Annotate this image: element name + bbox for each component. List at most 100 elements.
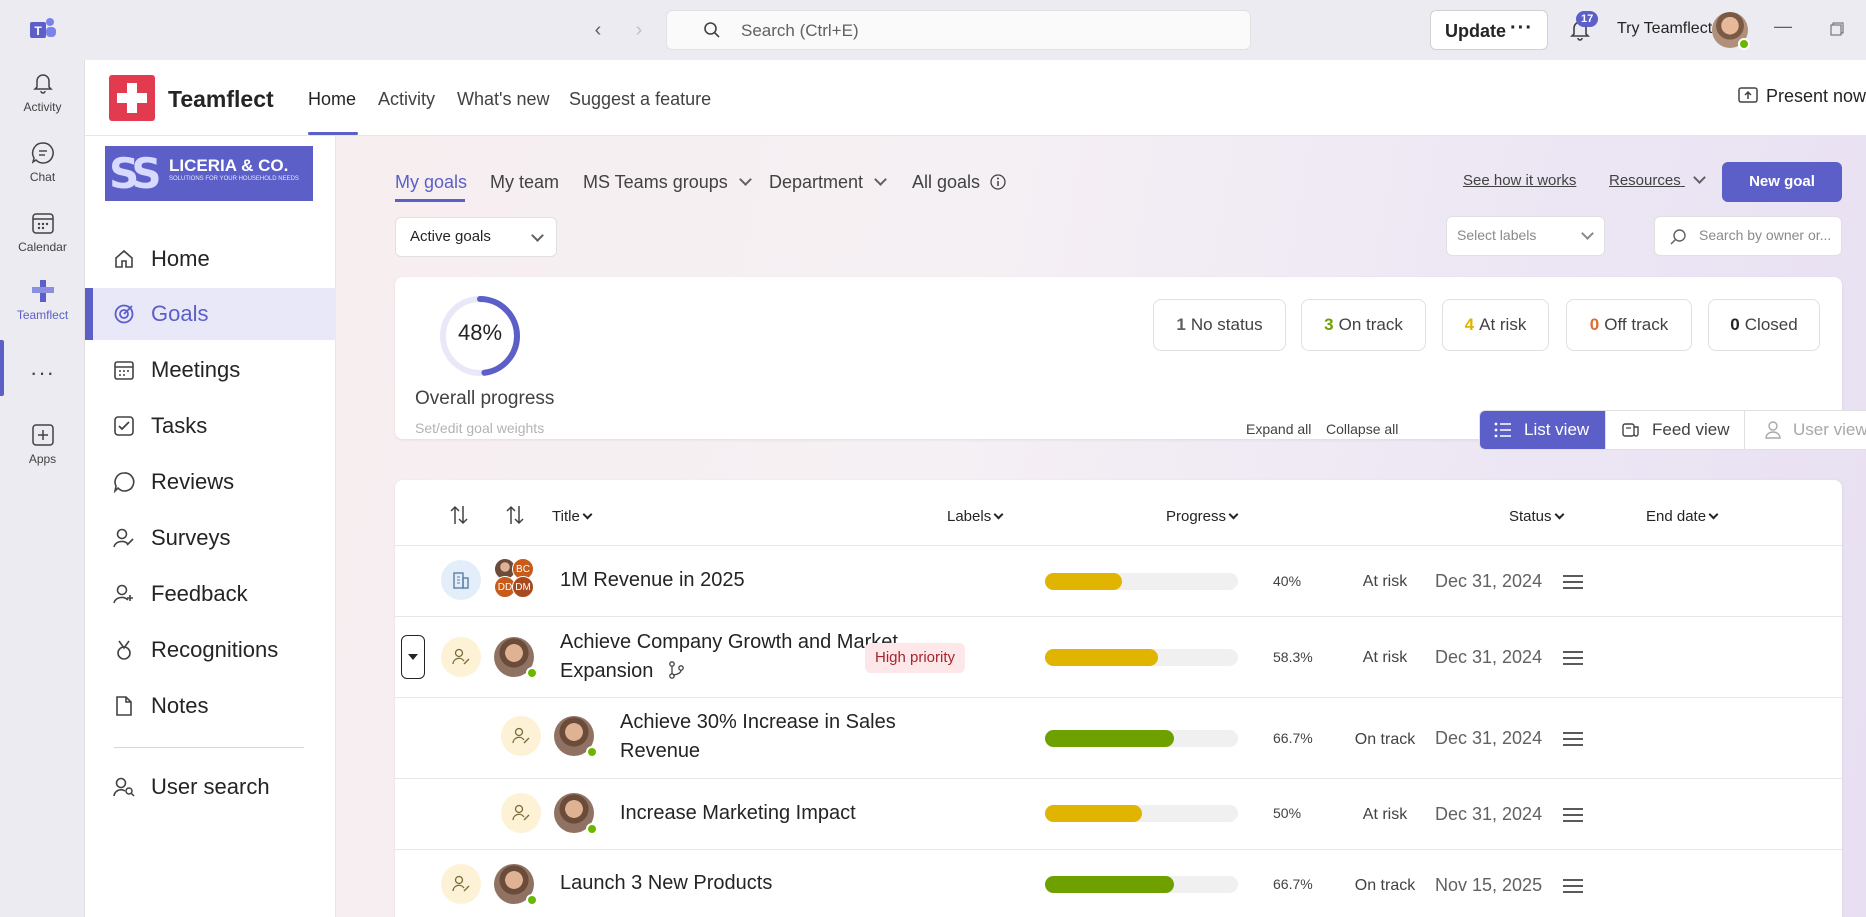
row-menu-icon[interactable] bbox=[1562, 650, 1584, 666]
tab-department[interactable]: Department bbox=[769, 172, 885, 193]
goal-title[interactable]: Launch 3 New Products bbox=[560, 869, 772, 898]
more-options-icon[interactable]: ··· bbox=[1510, 17, 1533, 40]
sidebar-item-feedback[interactable]: Feedback bbox=[85, 568, 336, 620]
list-view-button[interactable]: List view bbox=[1480, 411, 1606, 449]
row-menu-icon[interactable] bbox=[1562, 574, 1584, 590]
column-header-label: Title bbox=[552, 508, 580, 525]
label-badge[interactable]: High priority bbox=[865, 643, 965, 673]
table-row[interactable]: Achieve Company Growth and Market Expans… bbox=[395, 616, 1842, 697]
app-rail: Activity Chat Calendar Teamflect ··· App… bbox=[0, 60, 85, 917]
sidebar-item-notes[interactable]: Notes bbox=[85, 680, 336, 732]
rail-item-apps[interactable]: Apps bbox=[0, 422, 85, 466]
feed-view-button[interactable]: Feed view bbox=[1606, 411, 1745, 449]
tab-label: MS Teams groups bbox=[583, 172, 728, 192]
status-filter-closed[interactable]: 0Closed bbox=[1708, 299, 1820, 351]
sort-arrows-icon[interactable] bbox=[506, 504, 524, 526]
column-header-end-date[interactable]: End date bbox=[1646, 508, 1717, 525]
row-menu-icon[interactable] bbox=[1562, 807, 1584, 823]
teams-logo-icon[interactable]: T bbox=[28, 16, 58, 42]
column-header-status[interactable]: Status bbox=[1509, 508, 1563, 525]
forward-arrow-icon[interactable]: › bbox=[627, 18, 651, 42]
tab-activity[interactable]: Activity bbox=[378, 89, 435, 110]
meetings-calendar-icon bbox=[113, 359, 135, 381]
tab-my-team[interactable]: My team bbox=[490, 172, 559, 193]
tab-label: All goals bbox=[912, 172, 980, 192]
rail-item-chat[interactable]: Chat bbox=[0, 140, 85, 184]
goal-title[interactable]: Achieve 30% Increase in Sales Revenue bbox=[620, 708, 896, 766]
chevron-down-icon bbox=[1693, 171, 1706, 184]
table-row[interactable]: Launch 3 New Products 66.7% On track Nov… bbox=[395, 849, 1842, 917]
chevron-down-icon bbox=[994, 510, 1004, 520]
sidebar-item-goals[interactable]: Goals bbox=[85, 288, 336, 340]
status-count: 0 bbox=[1590, 315, 1599, 334]
status-filter-on-track[interactable]: 3On track bbox=[1301, 299, 1426, 351]
surveys-person-icon bbox=[113, 527, 135, 549]
goal-title[interactable]: Increase Marketing Impact bbox=[620, 799, 856, 828]
row-menu-icon[interactable] bbox=[1562, 878, 1584, 894]
resources-dropdown[interactable]: Resources bbox=[1609, 172, 1704, 189]
table-row[interactable]: Increase Marketing Impact 50% At risk De… bbox=[395, 778, 1842, 849]
back-arrow-icon[interactable]: ‹ bbox=[586, 18, 610, 42]
table-row[interactable]: Achieve 30% Increase in Sales Revenue 66… bbox=[395, 697, 1842, 778]
table-row[interactable]: BC DD DM 1M Revenue in 2025 40% At risk … bbox=[395, 545, 1842, 616]
status-filter-off-track[interactable]: 0Off track bbox=[1566, 299, 1692, 351]
column-header-labels[interactable]: Labels bbox=[947, 508, 1002, 525]
collapse-all-link[interactable]: Collapse all bbox=[1326, 421, 1398, 437]
row-menu-icon[interactable] bbox=[1562, 731, 1584, 747]
user-search-icon bbox=[113, 776, 135, 798]
try-teamflect-label[interactable]: Try Teamflect bbox=[1617, 20, 1712, 38]
search-input[interactable]: Search (Ctrl+E) bbox=[666, 10, 1251, 50]
column-header-progress[interactable]: Progress bbox=[1166, 508, 1237, 525]
labels-select[interactable]: Select labels bbox=[1446, 216, 1605, 256]
sidebar-item-home[interactable]: Home bbox=[85, 233, 336, 285]
progress-bar bbox=[1045, 876, 1238, 893]
info-icon[interactable] bbox=[989, 173, 1007, 191]
goal-status: On track bbox=[1335, 877, 1435, 895]
maximize-icon[interactable] bbox=[1830, 22, 1844, 36]
sidebar-divider bbox=[114, 747, 304, 748]
goal-title[interactable]: Achieve Company Growth and Market Expans… bbox=[560, 628, 898, 686]
sort-arrows-icon[interactable] bbox=[450, 504, 468, 526]
tab-whats-new[interactable]: What's new bbox=[457, 89, 549, 110]
rail-item-calendar[interactable]: Calendar bbox=[0, 210, 85, 254]
collapse-row-toggle[interactable] bbox=[401, 635, 425, 679]
sidebar-item-meetings[interactable]: Meetings bbox=[85, 344, 336, 396]
expand-all-link[interactable]: Expand all bbox=[1246, 421, 1311, 437]
tab-suggest-feature[interactable]: Suggest a feature bbox=[569, 89, 711, 110]
update-button[interactable]: Update ··· bbox=[1430, 10, 1548, 50]
tab-ms-teams-groups[interactable]: MS Teams groups bbox=[583, 172, 750, 193]
owner-search-input[interactable]: Search by owner or... bbox=[1654, 216, 1842, 256]
chevron-down-icon bbox=[1709, 510, 1719, 520]
goal-status: On track bbox=[1335, 731, 1435, 749]
more-apps-icon[interactable]: ··· bbox=[0, 360, 85, 386]
tab-home[interactable]: Home bbox=[308, 89, 356, 110]
rail-label: Apps bbox=[0, 452, 85, 466]
present-now-button[interactable]: Present now bbox=[1738, 86, 1866, 107]
user-view-button[interactable]: User view bbox=[1745, 411, 1866, 449]
sidebar-item-reviews[interactable]: Reviews bbox=[85, 456, 336, 508]
sidebar-item-surveys[interactable]: Surveys bbox=[85, 512, 336, 564]
sidebar-item-recognitions[interactable]: Recognitions bbox=[85, 624, 336, 676]
rail-item-activity[interactable]: Activity bbox=[0, 70, 85, 114]
tab-all-goals[interactable]: All goals bbox=[912, 172, 1007, 193]
goal-filter-dropdown[interactable]: Active goals bbox=[395, 217, 557, 257]
sidebar-item-user-search[interactable]: User search bbox=[85, 761, 336, 813]
rail-item-teamflect[interactable]: Teamflect bbox=[0, 278, 85, 322]
teamflect-logo-icon bbox=[109, 75, 155, 121]
presence-available-icon bbox=[586, 823, 598, 835]
status-filter-no-status[interactable]: 1No status bbox=[1153, 299, 1286, 351]
owner-avatar bbox=[554, 716, 594, 756]
see-how-it-works-link[interactable]: See how it works bbox=[1463, 172, 1576, 189]
set-goal-weights-link[interactable]: Set/edit goal weights bbox=[415, 420, 544, 436]
status-label: Closed bbox=[1745, 315, 1798, 334]
search-icon bbox=[1669, 228, 1687, 246]
goal-title[interactable]: 1M Revenue in 2025 bbox=[560, 566, 745, 595]
status-filter-at-risk[interactable]: 4At risk bbox=[1442, 299, 1549, 351]
column-header-title[interactable]: Title bbox=[552, 508, 591, 525]
progress-bar-fill bbox=[1045, 573, 1122, 590]
sidebar-item-tasks[interactable]: Tasks bbox=[85, 400, 336, 452]
tab-my-goals[interactable]: My goals bbox=[395, 172, 467, 193]
new-goal-button[interactable]: New goal bbox=[1722, 162, 1842, 202]
user-avatar[interactable] bbox=[1712, 12, 1748, 48]
minimize-icon[interactable]: — bbox=[1774, 16, 1792, 37]
